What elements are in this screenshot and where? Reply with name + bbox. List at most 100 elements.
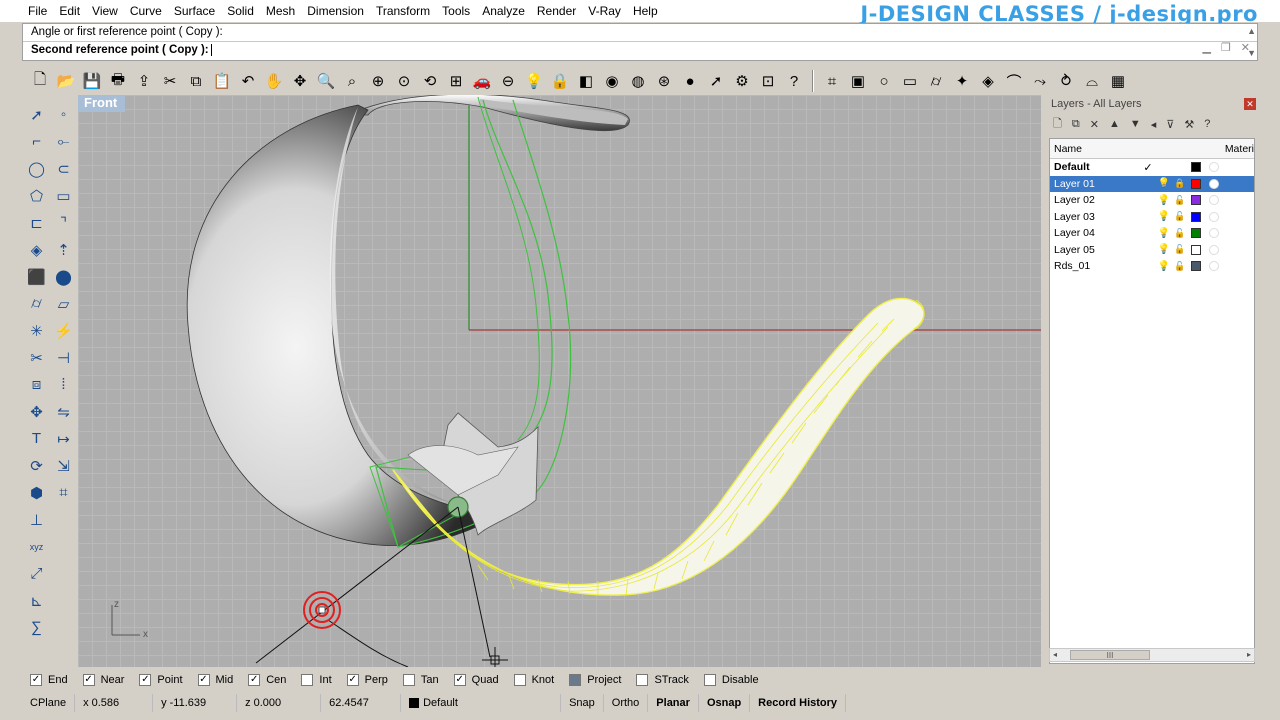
surface-patch-icon[interactable]: ◈ xyxy=(23,236,50,263)
layer-row[interactable]: Rds_01 💡 🔓 xyxy=(1050,258,1254,275)
plane-icon[interactable]: ▱ xyxy=(50,290,77,317)
checkbox[interactable]: ✓ xyxy=(30,674,42,686)
viewport-title[interactable]: Front xyxy=(78,95,126,112)
select-icon[interactable]: ➚ xyxy=(704,69,728,93)
unlock-icon[interactable]: 🔓 xyxy=(1172,244,1188,255)
move-up-icon[interactable]: ▲ xyxy=(1109,118,1120,130)
render-sphere-icon[interactable]: ● xyxy=(678,69,702,93)
osnap-toggle[interactable]: Osnap xyxy=(699,694,751,712)
copy-icon[interactable]: ⧉ xyxy=(184,69,208,93)
checkbox[interactable] xyxy=(301,674,314,686)
osnap-tan[interactable]: Tan xyxy=(402,674,439,686)
record-history-toggle[interactable]: Record History xyxy=(750,694,847,712)
analyze-icon[interactable]: ⌗ xyxy=(50,479,77,506)
scale-icon[interactable]: ⇲ xyxy=(50,452,77,479)
material-column-header[interactable]: Materi xyxy=(1225,143,1254,155)
material-swatch[interactable] xyxy=(1209,228,1219,239)
command-prompt[interactable]: Second reference point ( Copy ): xyxy=(23,41,1257,58)
sweep-icon[interactable]: ⤳ xyxy=(1028,69,1052,93)
osnap-cen[interactable]: ✓ Cen xyxy=(248,674,286,686)
scroll-thumb[interactable]: III xyxy=(1070,650,1150,660)
layer-color-swatch[interactable] xyxy=(1191,211,1201,222)
circle-tool-icon[interactable]: ◯ xyxy=(23,155,50,182)
layer-color-swatch[interactable] xyxy=(1191,195,1201,206)
new-sublayer-icon[interactable]: ⧉ xyxy=(1072,118,1080,131)
layer-color-swatch[interactable] xyxy=(1191,261,1201,272)
osnap-mid[interactable]: ✓ Mid xyxy=(197,674,233,686)
sphere-shade-icon[interactable]: ◍ xyxy=(626,69,650,93)
boolean-icon[interactable]: ⬤ xyxy=(50,263,77,290)
delete-layer-icon[interactable]: ✕ xyxy=(1090,118,1099,131)
group-icon[interactable]: ⧈ xyxy=(23,371,50,398)
osnap-knot[interactable]: Knot xyxy=(513,674,554,686)
layer-row[interactable]: Layer 05 💡 🔓 xyxy=(1050,242,1254,259)
layer-row[interactable]: Layer 02 💡 🔓 xyxy=(1050,192,1254,209)
visibility-bulb-icon[interactable]: 💡 xyxy=(1156,261,1172,272)
select-arrow-icon[interactable]: ➚ xyxy=(23,101,50,128)
sigma-icon[interactable]: ∑ xyxy=(23,614,50,641)
visibility-bulb-icon[interactable]: 💡 xyxy=(1156,228,1172,239)
checkbox[interactable]: ✓ xyxy=(248,674,261,686)
move-icon[interactable]: ✥ xyxy=(23,398,50,425)
layer-icon[interactable]: ◧ xyxy=(574,69,598,93)
curve-rect-icon[interactable]: ⟜ xyxy=(50,128,77,155)
curve-network-icon[interactable]: ✦ xyxy=(950,69,974,93)
unlock-icon[interactable]: 🔓 xyxy=(1172,195,1188,206)
current-layer[interactable]: Default xyxy=(401,694,562,712)
restore-icon[interactable]: ❐ xyxy=(1221,41,1231,54)
menu-file[interactable]: File xyxy=(0,0,53,22)
osnap-strack[interactable]: STrack xyxy=(636,674,689,686)
menu-help[interactable]: Help xyxy=(627,0,664,22)
lock-icon[interactable]: 🔒 xyxy=(1172,178,1188,189)
render-mesh-icon[interactable]: ⬢ xyxy=(23,479,50,506)
osnap-near[interactable]: ✓ Near xyxy=(82,674,124,686)
polyline-icon[interactable]: ⌐ xyxy=(23,128,50,155)
explode-icon[interactable]: ✳ xyxy=(23,317,50,344)
cut-icon[interactable]: ✂ xyxy=(158,69,182,93)
rectangle-icon[interactable]: ▭ xyxy=(50,182,77,209)
menu-view[interactable]: View xyxy=(86,0,124,22)
checkbox[interactable]: ✓ xyxy=(139,674,152,686)
paste-icon[interactable]: 📋 xyxy=(210,69,234,93)
layers-hscrollbar[interactable]: ◂ III ▸ xyxy=(1049,648,1255,662)
material-swatch[interactable] xyxy=(1209,162,1219,173)
minimize-icon[interactable]: ▁ xyxy=(1202,41,1210,54)
viewport-canvas[interactable]: z x xyxy=(78,95,1041,667)
panel-close-icon[interactable]: ✕ xyxy=(1244,98,1256,110)
cylinder-tool-icon[interactable]: ⌭ xyxy=(23,290,50,317)
unlock-icon[interactable]: 🔓 xyxy=(1172,261,1188,272)
rotate-icon[interactable]: ⟲ xyxy=(418,69,442,93)
text-icon[interactable]: T xyxy=(23,425,50,452)
zoom-selected-icon[interactable]: ⊙ xyxy=(392,69,416,93)
transform-icon[interactable]: ⟳ xyxy=(23,452,50,479)
patch-icon[interactable]: ◈ xyxy=(976,69,1000,93)
menu-edit[interactable]: Edit xyxy=(53,0,86,22)
curve-analysis-icon[interactable]: ⤢ xyxy=(23,560,50,587)
visibility-bulb-icon[interactable]: 💡 xyxy=(1156,211,1172,222)
trim-icon[interactable]: ✂ xyxy=(23,344,50,371)
dimension-icon[interactable]: ↦ xyxy=(50,425,77,452)
scroll-left-icon[interactable]: ◂ xyxy=(1053,650,1057,659)
material-swatch[interactable] xyxy=(1209,195,1219,206)
solid-box-icon[interactable]: ⬛ xyxy=(23,263,50,290)
checkbox[interactable] xyxy=(569,674,582,686)
checkbox[interactable]: ✓ xyxy=(346,674,359,686)
current-layer-check[interactable]: ✓ xyxy=(1140,161,1156,174)
menu-surface[interactable]: Surface xyxy=(168,0,221,22)
arch-icon[interactable]: ⌓ xyxy=(1080,69,1104,93)
menu-tools[interactable]: Tools xyxy=(436,0,476,22)
color-wheel-icon[interactable]: ◉ xyxy=(600,69,624,93)
grid-viewports-icon[interactable]: ⊞ xyxy=(444,69,468,93)
checkbox[interactable] xyxy=(636,674,649,686)
command-area[interactable]: Angle or first reference point ( Copy ):… xyxy=(22,23,1258,61)
tools-icon[interactable]: ⚒ xyxy=(1184,118,1194,131)
layer-row[interactable]: Default ✓ xyxy=(1050,159,1254,176)
offset-icon[interactable]: ⊏ xyxy=(23,209,50,236)
menu-curve[interactable]: Curve xyxy=(124,0,168,22)
menu-v-ray[interactable]: V-Ray xyxy=(582,0,627,22)
move-parent-icon[interactable]: ◂ xyxy=(1151,118,1157,131)
checkbox[interactable]: ✓ xyxy=(197,674,210,686)
name-column-header[interactable]: Name xyxy=(1050,143,1225,155)
visibility-bulb-icon[interactable]: 💡 xyxy=(1156,178,1172,189)
osnap-perp[interactable]: ✓ Perp xyxy=(346,674,388,686)
